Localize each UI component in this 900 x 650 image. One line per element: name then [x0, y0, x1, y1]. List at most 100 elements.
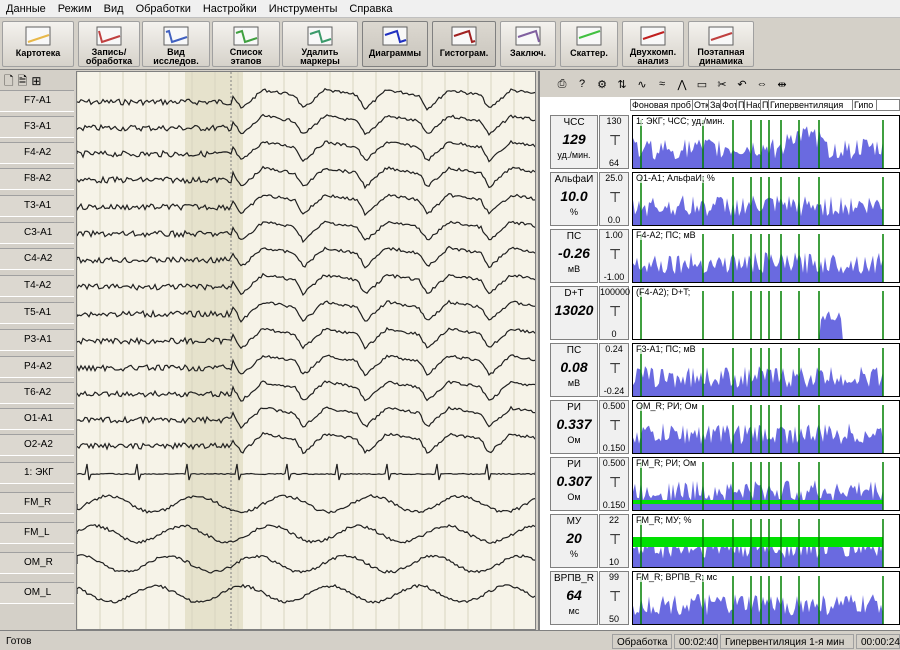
trend-plot[interactable]: FM_R; ВРПВ_R; мс [632, 571, 900, 625]
menu-item[interactable]: Инструменты [263, 0, 344, 18]
trend-row: МУ 20% 22 ⊤ 10 FM_R; МУ; % [544, 514, 900, 570]
stage-label[interactable]: Фот [721, 100, 737, 110]
menu-item[interactable]: Обработки [130, 0, 197, 18]
trend-plot[interactable]: O1-A1; АльфаИ; % [632, 172, 900, 226]
channel-label[interactable]: C4-A2 [0, 248, 74, 270]
channel-label[interactable]: F8-A2 [0, 168, 74, 190]
stage-label[interactable]: Зак [709, 100, 721, 110]
channel-label[interactable]: C3-A1 [0, 222, 74, 244]
toolbar-button[interactable]: Список этапов [212, 21, 280, 67]
trend-unit: мс [568, 606, 580, 616]
channel-label[interactable]: FM_R [0, 492, 74, 514]
trend-area [633, 423, 883, 453]
trend-plot[interactable]: OM_R; РИ; Ом [632, 400, 900, 454]
trend-panel: ⎙ ? ⚙ ⇅ ∿ ≈ ⋀ ▭ ✂ ↶ ⇔ ⇹ Фоновая проб Отк З… [538, 71, 900, 630]
scale-max: 25.0 [605, 173, 623, 183]
trend-scale[interactable]: 0.24 ⊤ -0.24 [599, 343, 629, 397]
stage-label[interactable]: Гипо [853, 100, 877, 110]
cut-icon[interactable]: ✂ [714, 78, 730, 91]
trend-name: РИ [567, 459, 581, 470]
channel-label[interactable]: O2-A2 [0, 434, 74, 456]
scale-icon[interactable]: ⇅ [614, 78, 630, 91]
trend-row: РИ 0.307 Ом 0.500 ⊤ 0.150 FM_R; РИ; Ом [544, 457, 900, 513]
spectrum-icon[interactable]: ⋀ [674, 78, 690, 91]
trend-scale[interactable]: 99 ⊤ 50 [599, 571, 629, 625]
trend-plot[interactable]: FM_R; МУ; % [632, 514, 900, 568]
trend-scale[interactable]: 130 ⊤ 64 [599, 115, 629, 169]
wave-icon[interactable]: ∿ [634, 78, 650, 91]
menu-item[interactable]: Режим [52, 0, 98, 18]
trend-scale[interactable]: 1.00 ⊤ -1.00 [599, 229, 629, 283]
channel-label[interactable]: OM_L [0, 582, 74, 604]
channel-label[interactable]: T4-A2 [0, 275, 74, 297]
stage-label[interactable]: Отк [693, 100, 709, 110]
channel-settings-icon[interactable]: ⊞ [31, 74, 41, 88]
scale-min: 64 [608, 158, 619, 168]
channel-label[interactable]: F4-A2 [0, 142, 74, 164]
channel-label[interactable]: P3-A1 [0, 329, 74, 351]
menu-item[interactable]: Данные [0, 0, 52, 18]
marker-icon[interactable]: ▭ [694, 78, 710, 91]
trend-plot[interactable]: (F4-A2); D+T; [632, 286, 900, 340]
settings-icon[interactable]: ⚙ [594, 78, 610, 91]
toolbar-button[interactable]: Диаграммы [362, 21, 428, 67]
channel-label[interactable]: F3-A1 [0, 116, 74, 138]
stage-label[interactable]: П [737, 100, 745, 110]
scale-marker-icon: ⊤ [609, 132, 622, 148]
eeg-trace-area[interactable] [76, 71, 536, 630]
trend-unit: % [569, 207, 578, 217]
scale-max: 99 [608, 572, 619, 582]
open-file-icon[interactable]: 🗋 [4, 74, 14, 88]
menu-item[interactable]: Настройки [197, 0, 263, 18]
toolbar-button[interactable]: Картотека [2, 21, 74, 67]
toolbar-button[interactable]: Вид исследов. [142, 21, 210, 67]
stages-header: Фоновая пробОткЗакФотПНасПГипервентиляци… [630, 99, 900, 111]
channel-label[interactable]: P4-A2 [0, 356, 74, 378]
trend-scale[interactable]: 0.500 ⊤ 0.150 [599, 400, 629, 454]
trend-plot[interactable]: F4-A2; ПС; мВ [632, 229, 900, 283]
channel-label[interactable]: T3-A1 [0, 195, 74, 217]
undo-icon[interactable]: ↶ [734, 78, 750, 91]
menu-item[interactable]: Вид [98, 0, 130, 18]
scale-marker-icon: ⊤ [609, 246, 622, 262]
channel-label[interactable]: T6-A2 [0, 382, 74, 404]
trend-plot[interactable]: 1: ЭКГ; ЧСС; уд./мин. [632, 115, 900, 169]
scale-min: 50 [608, 614, 619, 624]
toolbar-button[interactable]: Скаттер. [560, 21, 618, 67]
channel-label[interactable]: FM_L [0, 522, 74, 544]
trend-scale[interactable]: 100000 ⊤ 0 [599, 286, 631, 340]
trend-plot[interactable]: FM_R; РИ; Ом [632, 457, 900, 511]
range-icon[interactable]: ⇹ [774, 78, 790, 91]
stage-label[interactable]: Фоновая проб [631, 100, 693, 110]
toolbar-button[interactable]: Поэтапная динамика [688, 21, 754, 67]
toolbar-button[interactable]: Гистограм. [432, 21, 496, 67]
toolbar-button[interactable]: Запись/ обработка [78, 21, 140, 67]
stage-label[interactable]: П [761, 100, 769, 110]
help-icon[interactable]: ? [574, 78, 590, 90]
channel-label[interactable]: T5-A1 [0, 302, 74, 324]
channel-label[interactable]: O1-A1 [0, 408, 74, 430]
card-index-icon [25, 26, 51, 46]
save-file-icon[interactable]: 🗎 [18, 74, 28, 88]
stage-label[interactable]: Нас [745, 100, 761, 110]
trend-scale[interactable]: 25.0 ⊤ 0.0 [599, 172, 629, 226]
toolbar-button[interactable]: Двухкомп. анализ [622, 21, 684, 67]
scale-max: 100000 [600, 287, 631, 297]
zoom-icon[interactable]: ⇔ [754, 78, 770, 90]
stage-dynamics-icon [708, 26, 734, 46]
trend-scale[interactable]: 22 ⊤ 10 [599, 514, 629, 568]
toolbar-button[interactable]: Удалить маркеры [282, 21, 358, 67]
print-icon[interactable]: ⎙ [554, 78, 570, 91]
trend-area [633, 480, 883, 510]
channel-label[interactable]: F7-A1 [0, 90, 74, 112]
toolbar-button[interactable]: Заключ. [500, 21, 556, 67]
conclusion-icon [515, 26, 541, 46]
channel-label[interactable]: OM_R [0, 552, 74, 574]
stage-label[interactable]: Гипервентиляция [769, 100, 853, 110]
menu-item[interactable]: Справка [343, 0, 398, 18]
channel-label[interactable]: 1: ЭКГ [0, 462, 74, 484]
toolbar-button-label: Диаграммы [368, 48, 422, 58]
filter-icon[interactable]: ≈ [654, 78, 670, 90]
trend-plot[interactable]: F3-A1; ПС; мВ [632, 343, 900, 397]
trend-scale[interactable]: 0.500 ⊤ 0.150 [599, 457, 629, 511]
